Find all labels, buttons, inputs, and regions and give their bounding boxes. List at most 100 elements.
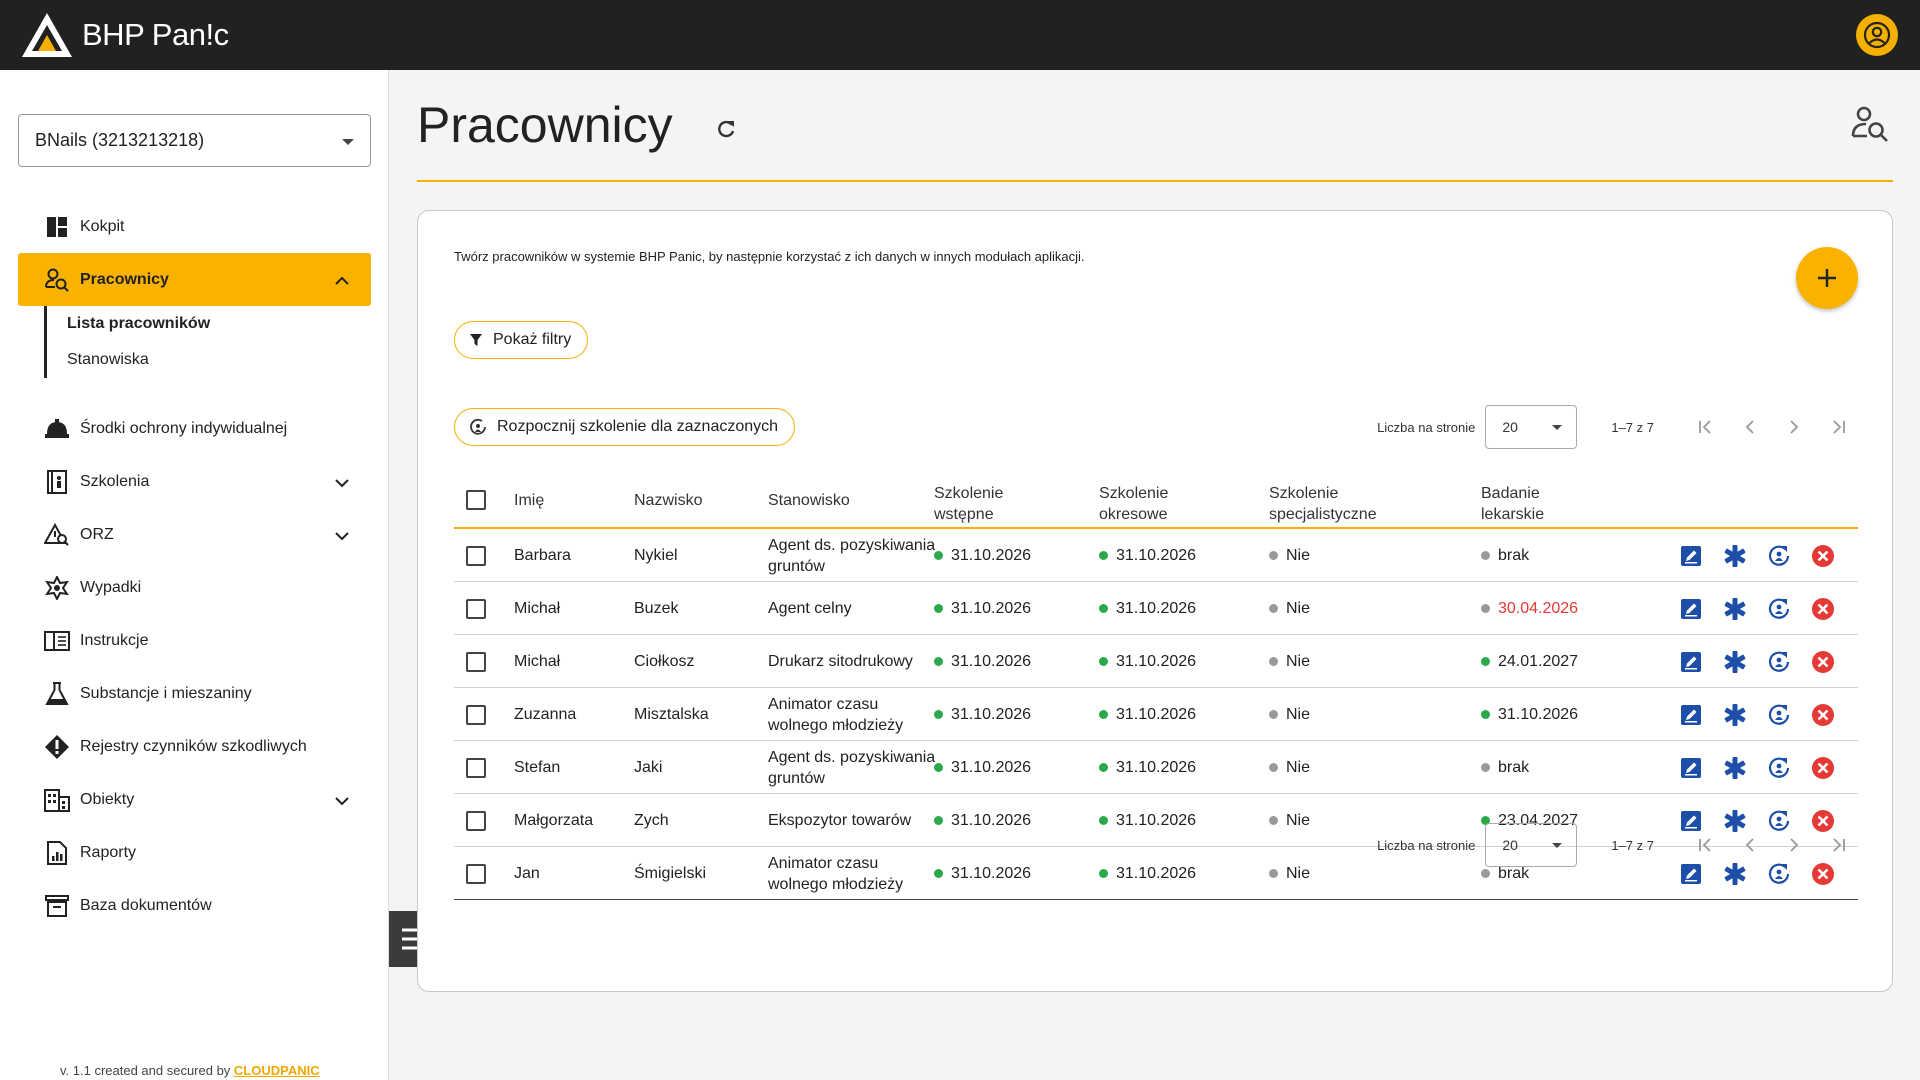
status-dot [934, 657, 943, 666]
edit-icon[interactable] [1678, 755, 1704, 781]
sidebar-item-soi[interactable]: Środki ochrony indywidualnej [18, 402, 371, 455]
company-select[interactable]: BNails (3213213218) [18, 114, 371, 167]
cloudpanic-link[interactable]: CLOUDPANIC [234, 1063, 320, 1078]
header-line: wstępne [934, 506, 994, 523]
search-person-icon[interactable] [1850, 104, 1890, 149]
header-line: Szkolenie [1099, 485, 1169, 502]
stanowisko-line: Ekspozytor towarów [768, 812, 912, 829]
add-employee-button[interactable] [1796, 247, 1858, 309]
header-badanie-lekarskie[interactable]: Badanie lekarskie [1481, 471, 1544, 529]
status-dot [1481, 763, 1490, 772]
sidebar-item-obiekty[interactable]: Obiekty [18, 773, 371, 826]
sidebar-item-rejestry[interactable]: Rejestry czynników szkodliwych [18, 720, 371, 773]
status-dot [1099, 551, 1108, 560]
row-checkbox[interactable] [466, 757, 486, 778]
delete-icon[interactable] [1810, 702, 1836, 728]
sidebar-item-label: Instrukcje [80, 631, 149, 649]
first-page-button[interactable] [1684, 823, 1728, 867]
row-checkbox[interactable] [466, 598, 486, 619]
company-select-value: BNails (3213213218) [35, 130, 205, 150]
status-dot [934, 710, 943, 719]
cell-stanowisko: Animator czasu wolnego młodzieży [768, 688, 948, 741]
medical-icon[interactable] [1722, 755, 1748, 781]
header-szkolenie-specjalistyczne[interactable]: Szkolenie specjalistyczne [1269, 471, 1377, 529]
sidebar-item-wypadki[interactable]: Wypadki [18, 561, 371, 614]
edit-icon[interactable] [1678, 649, 1704, 675]
delete-icon[interactable] [1810, 649, 1836, 675]
sidebar-subitem-stanowiska[interactable]: Stanowiska [67, 342, 371, 378]
edit-icon[interactable] [1678, 702, 1704, 728]
top-bar: BHP Pan!c [0, 0, 1920, 70]
next-page-button[interactable] [1772, 823, 1816, 867]
row-checkbox[interactable] [466, 651, 486, 672]
row-select-cell [466, 582, 486, 635]
dropdown-arrow-icon [342, 139, 354, 145]
training-cycle-icon[interactable] [1766, 596, 1792, 622]
last-page-button[interactable] [1816, 405, 1860, 449]
delete-icon[interactable] [1810, 596, 1836, 622]
sidebar-item-label: Wypadki [80, 578, 142, 596]
chevron-left-icon [1745, 420, 1754, 434]
status-dot [1481, 869, 1490, 878]
status-value: 31.10.2026 [1116, 600, 1197, 617]
refresh-icon[interactable] [715, 118, 737, 145]
account-button[interactable] [1856, 14, 1898, 56]
accident-icon [44, 575, 70, 601]
row-checkbox[interactable] [466, 704, 486, 725]
sidebar-item-baza[interactable]: Baza dokumentów [18, 879, 371, 932]
page-size-select[interactable]: 20 [1485, 823, 1578, 867]
row-checkbox[interactable] [466, 863, 486, 884]
training-cycle-icon[interactable] [1766, 702, 1792, 728]
cell-szkolenie-wstepne: 31.10.2026 [934, 635, 1031, 688]
medical-icon[interactable] [1722, 649, 1748, 675]
next-page-button[interactable] [1772, 405, 1816, 449]
row-checkbox[interactable] [466, 545, 486, 566]
start-training-button[interactable]: Rozpocznij szkolenie dla zaznaczonych [454, 408, 796, 446]
sidebar-item-szkolenia[interactable]: Szkolenia [18, 455, 371, 508]
status-dot [1269, 763, 1278, 772]
delete-icon[interactable] [1810, 755, 1836, 781]
header-nazwisko[interactable]: Nazwisko [634, 471, 702, 529]
page-size-label: Liczba na stronie [1377, 419, 1476, 435]
status-value: brak [1498, 547, 1530, 564]
medical-icon[interactable] [1722, 702, 1748, 728]
sidebar-item-instrukcje[interactable]: Instrukcje [18, 614, 371, 667]
edit-icon[interactable] [1678, 596, 1704, 622]
app-logo[interactable]: BHP Pan!c [20, 11, 229, 59]
training-cycle-icon[interactable] [1766, 755, 1792, 781]
sidebar-item-raporty[interactable]: Raporty [18, 826, 371, 879]
stanowisko-line: wolnego młodzieży [768, 716, 904, 734]
previous-page-button[interactable] [1728, 405, 1772, 449]
cell-imie: Stefan [514, 759, 561, 776]
header-szkolenie-okresowe[interactable]: Szkolenie okresowe [1099, 471, 1168, 529]
delete-icon[interactable] [1810, 543, 1836, 569]
header-stanowisko[interactable]: Stanowisko [768, 471, 948, 529]
sidebar-item-label: ORZ [80, 525, 114, 543]
first-page-button[interactable] [1684, 405, 1728, 449]
sidebar-item-kokpit[interactable]: Kokpit [18, 200, 371, 253]
previous-page-button[interactable] [1728, 823, 1772, 867]
cell-nazwisko: Jaki [634, 759, 663, 776]
edit-icon[interactable] [1678, 543, 1704, 569]
sidebar-item-substancje[interactable]: Substancje i mieszaniny [18, 667, 371, 720]
training-cycle-icon[interactable] [1766, 543, 1792, 569]
training-cycle-icon[interactable] [1766, 649, 1792, 675]
page-size-select[interactable]: 20 [1485, 405, 1578, 449]
select-all-checkbox[interactable] [466, 490, 486, 510]
last-page-button[interactable] [1816, 823, 1860, 867]
header-line: lekarskie [1481, 506, 1545, 523]
sidebar-item-orz[interactable]: ORZ [18, 508, 371, 561]
medical-icon[interactable] [1722, 596, 1748, 622]
stanowisko-line: Agent ds. pozyskiwania [768, 748, 936, 766]
medical-icon[interactable] [1722, 543, 1748, 569]
sidebar-item-label: Raporty [80, 843, 137, 861]
cell-szkolenie-specjalistyczne: Nie [1269, 741, 1310, 794]
cell-szkolenie-specjalistyczne: Nie [1269, 582, 1310, 635]
show-filters-button[interactable]: Pokaż filtry [454, 321, 589, 359]
row-checkbox[interactable] [466, 810, 486, 831]
sidebar-item-pracownicy[interactable]: Pracownicy [18, 253, 371, 306]
cell-szkolenie-okresowe: 31.10.2026 [1099, 635, 1196, 688]
header-szkolenie-wstepne[interactable]: Szkolenie wstępne [934, 471, 1003, 529]
sidebar-subitem-lista[interactable]: Lista pracowników [67, 306, 371, 342]
header-imie[interactable]: Imię [514, 471, 544, 529]
